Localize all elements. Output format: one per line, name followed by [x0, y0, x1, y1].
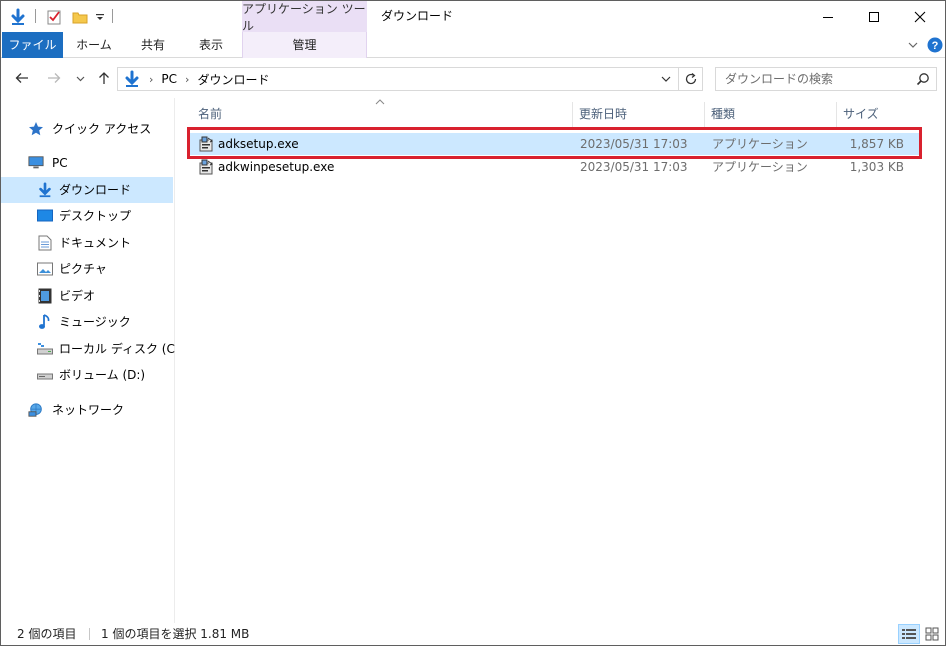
tab-home[interactable]: ホーム: [65, 32, 123, 58]
column-header-name[interactable]: 名前: [192, 102, 572, 127]
download-arrow-icon: [37, 182, 53, 198]
tab-view[interactable]: 表示: [183, 32, 239, 58]
sidebar-item-documents[interactable]: ドキュメント: [1, 230, 173, 256]
maximize-button[interactable]: [851, 1, 897, 32]
document-icon: [37, 235, 53, 251]
sidebar-item-videos[interactable]: ビデオ: [1, 283, 173, 309]
sidebar-item-label: ボリューム (D:): [59, 368, 146, 382]
sidebar-item-label: ローカル ディスク (C:): [59, 342, 184, 356]
sidebar-item-desktop[interactable]: デスクトップ: [1, 203, 173, 229]
sidebar-item-label: ビデオ: [59, 289, 96, 303]
search-box[interactable]: [715, 67, 937, 91]
sidebar-item-label: ドキュメント: [59, 236, 132, 250]
video-icon: [37, 288, 53, 304]
sidebar-item-label: ピクチャ: [59, 262, 107, 276]
tab-share[interactable]: 共有: [125, 32, 181, 58]
recent-locations-icon[interactable]: [73, 66, 87, 90]
new-folder-icon[interactable]: [69, 1, 91, 32]
file-type: アプリケーション: [712, 137, 808, 151]
title-bar: アプリケーション ツール ダウンロード: [1, 1, 945, 33]
sidebar-item-local-disk[interactable]: ローカル ディスク (C:): [1, 336, 184, 362]
close-button[interactable]: [897, 1, 943, 32]
navigation-pane: クイック アクセス PC ダウンロード デスクトップ ドキュメント ピクチャ ビ…: [1, 98, 184, 623]
sidebar-item-volume-d[interactable]: ボリューム (D:): [1, 362, 173, 388]
file-name: adkwinpesetup.exe: [218, 160, 335, 174]
download-arrow-icon: [123, 70, 141, 88]
sidebar-item-pc[interactable]: PC: [1, 150, 173, 176]
network-icon: [28, 402, 44, 418]
forward-button[interactable]: [43, 66, 65, 90]
details-view-icon[interactable]: [898, 624, 920, 644]
local-disk-icon: [37, 341, 53, 357]
breadcrumb-chevron-icon[interactable]: ›: [149, 73, 153, 86]
tab-manage[interactable]: 管理: [242, 32, 367, 58]
ribbon-tabs: ファイル ホーム 共有 表示 管理 ?: [1, 32, 945, 58]
context-tab-group: アプリケーション ツール: [242, 1, 367, 33]
breadcrumb-downloads[interactable]: ダウンロード: [197, 71, 269, 88]
sidebar-item-pictures[interactable]: ピクチャ: [1, 256, 173, 282]
sidebar-item-label: ネットワーク: [52, 403, 125, 417]
svg-text:?: ?: [932, 40, 939, 52]
large-icons-view-icon[interactable]: [921, 624, 943, 644]
installer-exe-icon: [198, 135, 216, 153]
sidebar-item-network[interactable]: ネットワーク: [1, 397, 173, 423]
address-bar[interactable]: › PC › ダウンロード: [117, 67, 703, 91]
help-icon[interactable]: ?: [926, 32, 944, 58]
up-button[interactable]: [93, 66, 115, 90]
properties-icon[interactable]: [43, 1, 65, 32]
sidebar-item-label: クイック アクセス: [52, 122, 152, 136]
breadcrumb: › PC › ダウンロード: [118, 68, 269, 90]
customize-toolbar-icon[interactable]: [93, 1, 107, 32]
sidebar-item-label: ダウンロード: [59, 183, 132, 197]
file-modified: 2023/05/31 17:03: [580, 160, 688, 174]
sidebar-item-label: PC: [52, 156, 68, 170]
star-icon: [28, 121, 44, 137]
picture-icon: [37, 261, 53, 277]
tab-file[interactable]: ファイル: [2, 32, 63, 58]
column-header-modified[interactable]: 更新日時: [573, 102, 703, 127]
desktop-icon: [37, 208, 53, 224]
search-input[interactable]: [716, 68, 906, 90]
computer-icon: [28, 155, 44, 171]
sidebar-item-label: デスクトップ: [59, 209, 132, 223]
file-size: 1,857 KB: [849, 137, 904, 151]
back-button[interactable]: [11, 66, 33, 90]
table-row[interactable]: adksetup.exe 2023/05/31 17:03 アプリケーション 1…: [190, 133, 920, 155]
download-arrow-icon[interactable]: [7, 1, 29, 32]
expand-ribbon-icon[interactable]: [903, 32, 923, 58]
sidebar-item-quick-access[interactable]: クイック アクセス: [1, 116, 173, 142]
file-list: 名前 更新日時 種類 サイズ adksetup.exe 2023/05/31 1…: [176, 98, 945, 623]
sidebar-item-downloads[interactable]: ダウンロード: [1, 177, 173, 203]
address-dropdown-icon[interactable]: [656, 68, 676, 90]
file-size: 1,303 KB: [849, 160, 904, 174]
file-modified: 2023/05/31 17:03: [580, 137, 688, 151]
table-row[interactable]: adkwinpesetup.exe 2023/05/31 17:03 アプリケー…: [190, 156, 920, 178]
file-type: アプリケーション: [712, 160, 808, 174]
minimize-button[interactable]: [805, 1, 851, 32]
breadcrumb-chevron-icon[interactable]: ›: [185, 73, 189, 86]
status-item-count: 2 個の項目: [17, 627, 77, 641]
refresh-button[interactable]: [678, 68, 702, 90]
search-icon[interactable]: [916, 72, 930, 89]
drive-icon: [37, 367, 53, 383]
music-note-icon: [37, 314, 53, 330]
sidebar-item-label: ミュージック: [59, 315, 131, 329]
status-bar: 2 個の項目 1 個の項目を選択 1.81 MB: [1, 623, 945, 645]
column-header-size[interactable]: サイズ: [837, 102, 917, 127]
sidebar-item-music[interactable]: ミュージック: [1, 309, 173, 335]
file-name: adksetup.exe: [218, 137, 299, 151]
breadcrumb-pc[interactable]: PC: [161, 72, 177, 86]
column-header-type[interactable]: 種類: [705, 102, 835, 127]
installer-exe-icon: [198, 158, 216, 176]
window-title: ダウンロード: [381, 9, 454, 23]
status-selection: 1 個の項目を選択 1.81 MB: [101, 627, 250, 641]
explorer-window: アプリケーション ツール ダウンロード ファイル ホーム 共有 表示 管理 ?: [0, 0, 946, 646]
